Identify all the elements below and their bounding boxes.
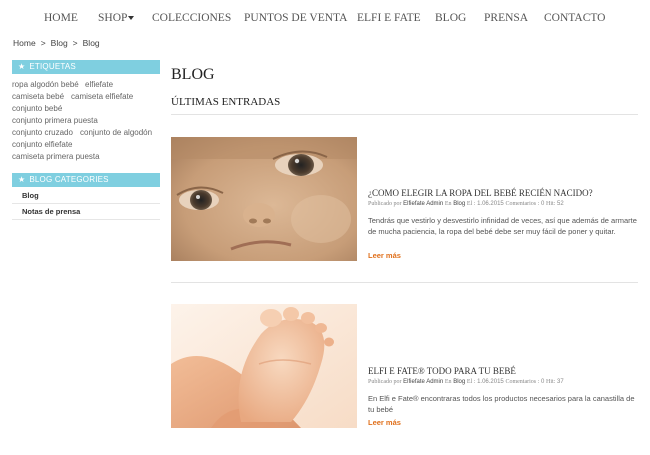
post-comments: 0 bbox=[540, 379, 545, 385]
post-comments: 0 bbox=[540, 201, 545, 207]
page-title: BLOG bbox=[171, 66, 215, 83]
meta-in-label: En bbox=[444, 379, 452, 385]
tag-link[interactable]: conjunto de algodón bbox=[80, 128, 152, 137]
post-meta: Publicado por Elfiefate Admin En Blog El… bbox=[368, 379, 564, 385]
star-icon: ★ bbox=[18, 175, 26, 184]
categories-header-label: BLOG CATEGORIES bbox=[29, 175, 109, 184]
post-hits: 52 bbox=[557, 201, 564, 207]
meta-comments-label: Comentarios : bbox=[505, 379, 540, 385]
nav-item-contacto[interactable]: CONTACTO bbox=[544, 12, 605, 24]
post-meta: Publicado por Elfiefate Admin En Blog El… bbox=[368, 201, 564, 207]
meta-published-label: Publicado por bbox=[368, 379, 402, 385]
nav-item-home[interactable]: HOME bbox=[44, 12, 78, 24]
post-hits: 37 bbox=[557, 379, 564, 385]
nav-item-colecciones[interactable]: COLECCIONES bbox=[152, 12, 231, 24]
breadcrumb-separator: > bbox=[40, 38, 46, 48]
meta-hits-label: Hit: bbox=[545, 379, 556, 385]
tag-link[interactable]: camiseta elfiefate bbox=[71, 92, 133, 101]
post-excerpt: Tendrás que vestirlo y desvestirlo infin… bbox=[368, 216, 637, 236]
meta-hits-label: Hit: bbox=[545, 201, 556, 207]
meta-in-label: En bbox=[444, 201, 452, 207]
meta-published-label: Publicado por bbox=[368, 201, 402, 207]
post-date: 1.06.2015 bbox=[477, 379, 504, 385]
meta-on-label: El : bbox=[466, 201, 476, 207]
post-image-baby-face[interactable] bbox=[171, 137, 357, 261]
baby-face-photo bbox=[171, 137, 357, 261]
nav-item-shop[interactable]: SHOP bbox=[98, 12, 135, 24]
nav-item-elfi-e-fate[interactable]: ELFI E FATE bbox=[357, 12, 421, 24]
tag-link[interactable]: camiseta primera puesta bbox=[12, 152, 100, 161]
breadcrumb-blog[interactable]: Blog bbox=[51, 38, 68, 48]
divider bbox=[171, 282, 638, 283]
tag-link[interactable]: ropa algodón bebé bbox=[12, 80, 79, 89]
post-title[interactable]: ELFI E FATE® TODO PARA TU BEBÉ bbox=[368, 366, 516, 376]
tags-header-label: ETIQUETAS bbox=[29, 62, 76, 71]
meta-comments-label: Comentarios : bbox=[505, 201, 540, 207]
baby-foot-photo bbox=[171, 304, 357, 428]
post-category[interactable]: Blog bbox=[453, 201, 465, 207]
read-more-link[interactable]: Leer más bbox=[368, 251, 401, 260]
post-author[interactable]: Elfiefate Admin bbox=[403, 379, 443, 385]
nav-item-prensa[interactable]: PRENSA bbox=[484, 12, 528, 24]
post-category[interactable]: Blog bbox=[453, 379, 465, 385]
caret-down-icon bbox=[128, 16, 135, 21]
post-author[interactable]: Elfiefate Admin bbox=[403, 201, 443, 207]
main-nav: HOME SHOP COLECCIONES PUNTOS DE VENTA EL… bbox=[0, 0, 650, 36]
post-date: 1.06.2015 bbox=[477, 201, 504, 207]
tag-link[interactable]: conjunto bebé bbox=[12, 104, 62, 113]
divider bbox=[171, 114, 638, 115]
section-title: ÚLTIMAS ENTRADAS bbox=[171, 96, 281, 108]
meta-on-label: El : bbox=[466, 379, 476, 385]
tags-header: ★ ETIQUETAS bbox=[12, 60, 160, 74]
nav-item-puntos-de-venta[interactable]: PUNTOS DE VENTA bbox=[244, 12, 347, 24]
read-more-link[interactable]: Leer más bbox=[368, 418, 401, 427]
breadcrumb-home[interactable]: Home bbox=[13, 38, 36, 48]
tag-link[interactable]: camiseta bebé bbox=[12, 92, 64, 101]
breadcrumb: Home > Blog > Blog bbox=[13, 38, 100, 48]
nav-item-shop-label: SHOP bbox=[98, 12, 128, 24]
nav-item-blog[interactable]: BLOG bbox=[435, 12, 466, 24]
post-title[interactable]: ¿COMO ELEGIR LA ROPA DEL BEBÉ RECIÉN NAC… bbox=[368, 188, 593, 198]
post-image-baby-foot[interactable] bbox=[171, 304, 357, 428]
star-icon: ★ bbox=[18, 62, 26, 71]
tag-link[interactable]: conjunto cruzado bbox=[12, 128, 73, 137]
tag-link[interactable]: conjunto primera puesta bbox=[12, 116, 98, 125]
tag-link[interactable]: elfiefate bbox=[85, 80, 113, 89]
category-blog[interactable]: Blog bbox=[12, 188, 160, 204]
breadcrumb-current: Blog bbox=[82, 38, 100, 48]
tag-link[interactable]: conjunto elfiefate bbox=[12, 140, 73, 149]
category-notas-de-prensa[interactable]: Notas de prensa bbox=[12, 204, 160, 220]
breadcrumb-separator: > bbox=[72, 38, 78, 48]
post-excerpt: En Elfi e Fate® encontraras todos los pr… bbox=[368, 394, 635, 414]
categories-header: ★ BLOG CATEGORIES bbox=[12, 173, 160, 187]
